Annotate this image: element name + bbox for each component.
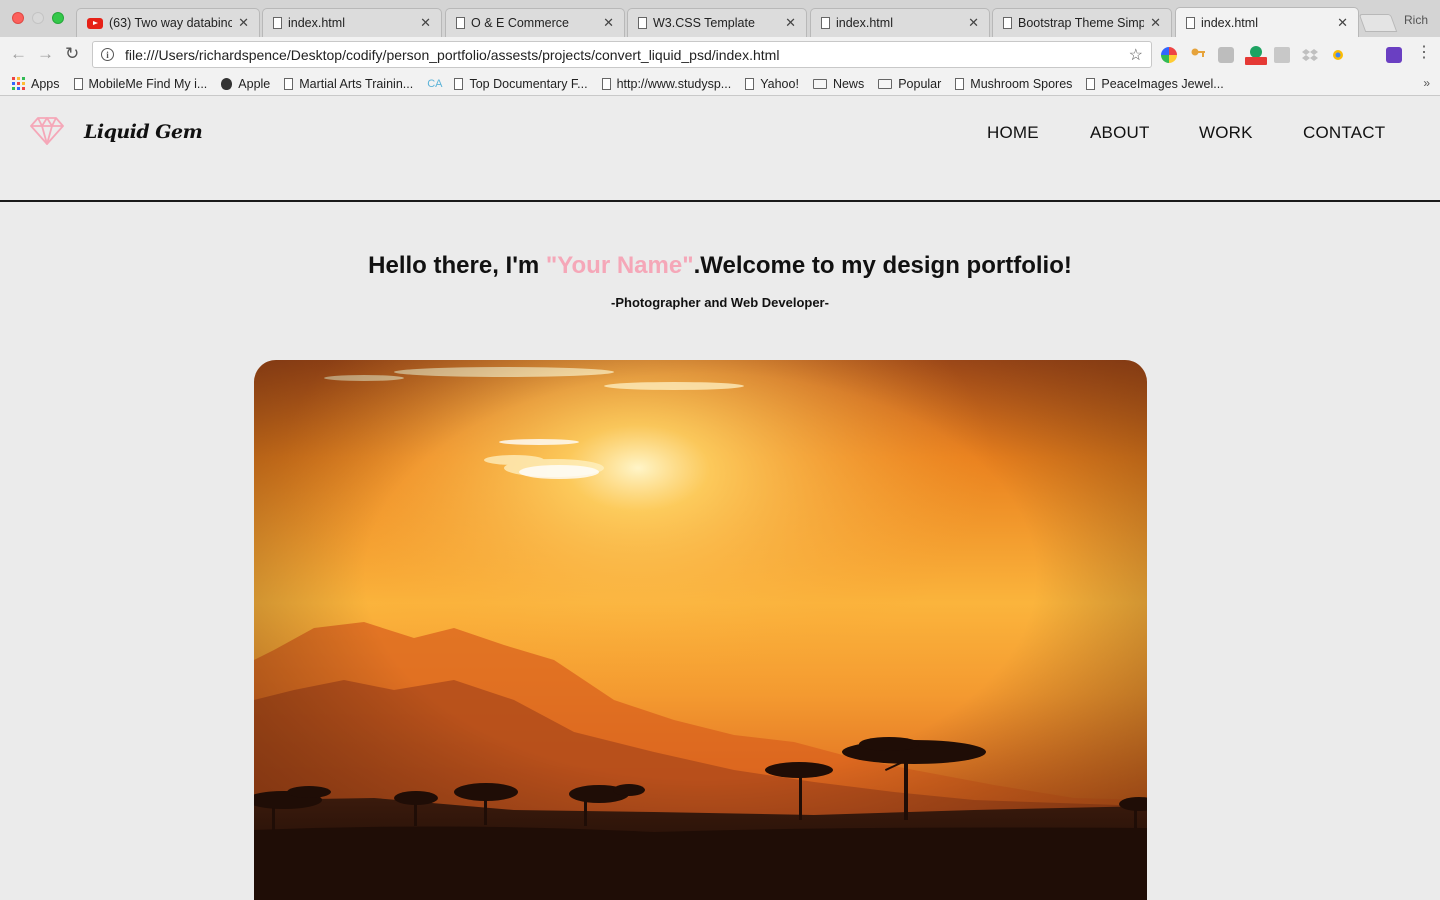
tab-title: W3.CSS Template <box>653 16 755 30</box>
close-icon[interactable]: ✕ <box>420 15 431 31</box>
close-icon[interactable]: ✕ <box>968 15 979 31</box>
document-icon <box>1086 77 1096 90</box>
tab-title: Bootstrap Theme Simp <box>1018 16 1145 30</box>
hero-name-highlight: "Your Name" <box>545 252 694 279</box>
document-icon <box>955 77 965 90</box>
tab-title: index.html <box>1201 15 1258 30</box>
document-icon <box>1003 17 1012 29</box>
minimize-window-button[interactable] <box>32 12 44 24</box>
close-icon[interactable]: ✕ <box>603 15 614 31</box>
reload-icon[interactable]: ↻ <box>65 45 79 63</box>
document-icon <box>745 77 755 90</box>
document-icon <box>273 17 282 29</box>
info-icon[interactable]: i <box>101 48 114 61</box>
document-icon <box>638 17 647 29</box>
card-extension-icon[interactable] <box>1274 47 1290 63</box>
gem-logo-icon[interactable] <box>29 116 65 146</box>
bookmark-star-icon[interactable]: ☆ <box>1129 45 1143 65</box>
bookmark-item[interactable]: PeaceImages Jewel... <box>1086 77 1224 91</box>
browser-menu-icon[interactable]: ⋮ <box>1416 45 1432 61</box>
bookmark-item[interactable]: Martial Arts Trainin... <box>284 77 413 91</box>
document-icon <box>284 77 294 90</box>
address-bar[interactable]: i file:///Users/richardspence/Desktop/co… <box>92 41 1152 68</box>
bookmark-folder[interactable]: Popular <box>878 77 941 91</box>
bookmark-item[interactable]: Mushroom Spores <box>955 77 1072 91</box>
hero-subtitle: -Photographer and Web Developer- <box>611 295 829 310</box>
chrome-cast-extension-icon[interactable] <box>1330 47 1346 63</box>
close-icon[interactable]: ✕ <box>1150 15 1161 31</box>
hero-greeting: Hello there, I'm <box>368 252 546 279</box>
tab-title: index.html <box>288 16 345 30</box>
hero-welcome: .Welcome to my design portfolio! <box>693 252 1072 279</box>
document-icon <box>821 17 830 29</box>
nav-about[interactable]: ABOUT <box>1090 123 1150 143</box>
nav-home[interactable]: HOME <box>987 123 1039 143</box>
browser-tab[interactable]: O & E Commerce ✕ <box>445 8 625 37</box>
dropbox-icon[interactable] <box>1302 47 1318 63</box>
site-header: Liquid Gem HOME ABOUT WORK CONTACT <box>0 96 1440 202</box>
ca-bookmark-icon[interactable]: CA <box>427 78 442 90</box>
close-icon[interactable]: ✕ <box>785 15 796 31</box>
url-text[interactable]: file:///Users/richardspence/Desktop/codi… <box>125 47 1129 63</box>
tab-title: O & E Commerce <box>471 16 569 30</box>
apps-grid-icon <box>12 77 25 90</box>
new-tab-button[interactable] <box>1358 14 1398 32</box>
bookmark-apps[interactable]: Apps <box>12 77 60 91</box>
sunset-hero-image <box>254 360 1147 900</box>
document-icon <box>73 77 83 90</box>
nav-work[interactable]: WORK <box>1199 123 1253 143</box>
browser-tab[interactable]: W3.CSS Template ✕ <box>627 8 807 37</box>
document-icon <box>454 77 464 90</box>
key-extension-icon[interactable] <box>1190 47 1206 63</box>
apple-icon <box>221 77 233 90</box>
folder-icon <box>812 78 827 89</box>
tab-title: index.html <box>836 16 893 30</box>
hero-title: Hello there, I'm "Your Name".Welcome to … <box>0 252 1440 280</box>
bookmarks-overflow-icon[interactable]: » <box>1423 76 1430 90</box>
close-window-button[interactable] <box>12 12 24 24</box>
nav-contact[interactable]: CONTACT <box>1303 123 1385 143</box>
savanna-sunset-illustration <box>254 360 1147 900</box>
close-icon[interactable]: ✕ <box>1337 15 1348 31</box>
document-icon <box>456 17 465 29</box>
site-brand[interactable]: Liquid Gem <box>84 121 203 143</box>
bookmark-folder[interactable]: News <box>812 77 864 91</box>
bookmark-item[interactable]: Yahoo! <box>745 77 799 91</box>
image-extension-icon[interactable] <box>1218 47 1234 63</box>
back-icon[interactable]: ← <box>10 45 27 63</box>
bookmark-item[interactable]: Apple <box>221 77 270 91</box>
document-icon <box>601 77 611 90</box>
tab-title: (63) Two way databinc <box>109 16 233 30</box>
folder-icon <box>878 78 893 89</box>
purple-extension-icon[interactable] <box>1386 47 1402 63</box>
profile-button[interactable]: Rich <box>1404 13 1428 27</box>
close-icon[interactable]: ✕ <box>238 15 249 31</box>
new-badge-extension-icon[interactable] <box>1245 45 1267 65</box>
browser-tab-active[interactable]: index.html ✕ <box>1175 7 1359 37</box>
document-icon <box>1186 16 1195 29</box>
browser-tab[interactable]: index.html ✕ <box>262 8 442 37</box>
bookmark-item[interactable]: MobileMe Find My i... <box>73 77 207 91</box>
browser-toolbar: ← → ↻ i file:///Users/richardspence/Desk… <box>0 37 1440 72</box>
forward-icon[interactable]: → <box>37 45 54 63</box>
bookmark-item[interactable]: Top Documentary F... <box>454 77 588 91</box>
bookmark-item[interactable]: http://www.studysp... <box>601 77 731 91</box>
browser-tab[interactable]: (63) Two way databinc ✕ <box>76 8 260 37</box>
browser-tab[interactable]: index.html ✕ <box>810 8 990 37</box>
browser-tab[interactable]: Bootstrap Theme Simp ✕ <box>992 8 1172 37</box>
bookmarks-bar: Apps MobileMe Find My i... Apple Martial… <box>0 72 1440 96</box>
zoom-window-button[interactable] <box>52 12 64 24</box>
browser-tabstrip: (63) Two way databinc ✕ index.html ✕ O &… <box>0 0 1440 37</box>
color-picker-extension-icon[interactable] <box>1161 47 1177 63</box>
youtube-icon <box>87 17 103 29</box>
